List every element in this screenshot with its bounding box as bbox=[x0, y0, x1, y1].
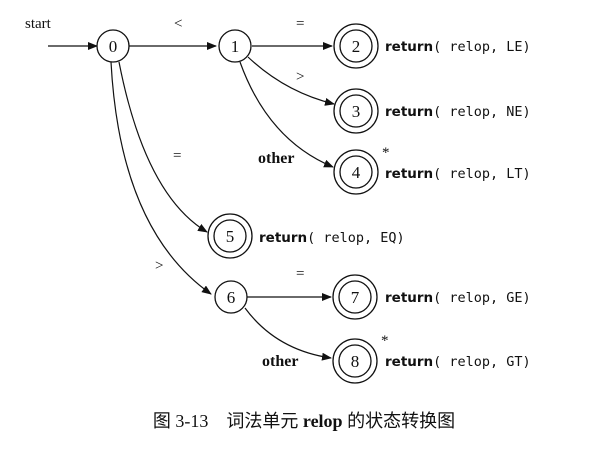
edge-label-6-8: other bbox=[262, 353, 298, 370]
state-2: 2 bbox=[333, 23, 379, 69]
action-state-7: return( relop, GE) bbox=[385, 290, 531, 306]
state-7-label: 7 bbox=[351, 288, 360, 307]
edge-label-1-2: = bbox=[296, 16, 304, 32]
action-state-4: return( relop, LT) bbox=[385, 166, 531, 182]
state-8: 8 bbox=[332, 338, 378, 384]
state-6-label: 6 bbox=[227, 288, 236, 307]
action-state-3: return( relop, NE) bbox=[385, 104, 531, 120]
action-state-5: return( relop, EQ) bbox=[259, 230, 405, 246]
caption-text-before: 词法单元 bbox=[226, 411, 299, 431]
state-8-label: 8 bbox=[351, 352, 360, 371]
action-state-2: return( relop, LE) bbox=[385, 39, 531, 55]
edge-label-0-5: = bbox=[173, 148, 181, 164]
state-2-label: 2 bbox=[352, 37, 361, 56]
figure-number: 图 3-13 bbox=[152, 411, 209, 431]
state-0-label: 0 bbox=[109, 37, 118, 56]
edge-label-1-3: > bbox=[296, 69, 304, 85]
action-state-8: return( relop, GT) bbox=[385, 354, 531, 370]
state-1: 1 bbox=[218, 29, 252, 63]
state-5-label: 5 bbox=[226, 227, 235, 246]
edge-label-6-7: = bbox=[296, 266, 304, 282]
state-3: 3 bbox=[333, 88, 379, 134]
caption-text-after: 的状态转换图 bbox=[347, 411, 456, 431]
state-4-label: 4 bbox=[352, 163, 361, 182]
relop-transition-diagram: start < = > other = > = other 0 1 2 3 4 … bbox=[25, 16, 531, 384]
edge-label-0-1: < bbox=[174, 16, 182, 32]
edge-0-5 bbox=[118, 61, 208, 233]
start-label: start bbox=[25, 16, 52, 32]
retract-mark-8: * bbox=[381, 333, 389, 349]
state-3-label: 3 bbox=[352, 102, 361, 121]
edge-label-0-6: > bbox=[155, 258, 163, 274]
state-7: 7 bbox=[332, 274, 378, 320]
state-0: 0 bbox=[96, 29, 130, 63]
retract-mark-4: * bbox=[382, 145, 390, 161]
edge-1-3 bbox=[247, 56, 335, 106]
figure-caption: 图 3-13 词法单元 relop 的状态转换图 bbox=[0, 407, 608, 433]
state-6: 6 bbox=[214, 280, 248, 314]
state-4: 4 bbox=[333, 149, 379, 195]
edge-6-8 bbox=[244, 307, 332, 361]
edge-label-1-4: other bbox=[258, 150, 294, 167]
state-1-label: 1 bbox=[231, 37, 240, 56]
caption-bold-word: relop bbox=[302, 411, 343, 431]
state-5: 5 bbox=[207, 213, 253, 259]
